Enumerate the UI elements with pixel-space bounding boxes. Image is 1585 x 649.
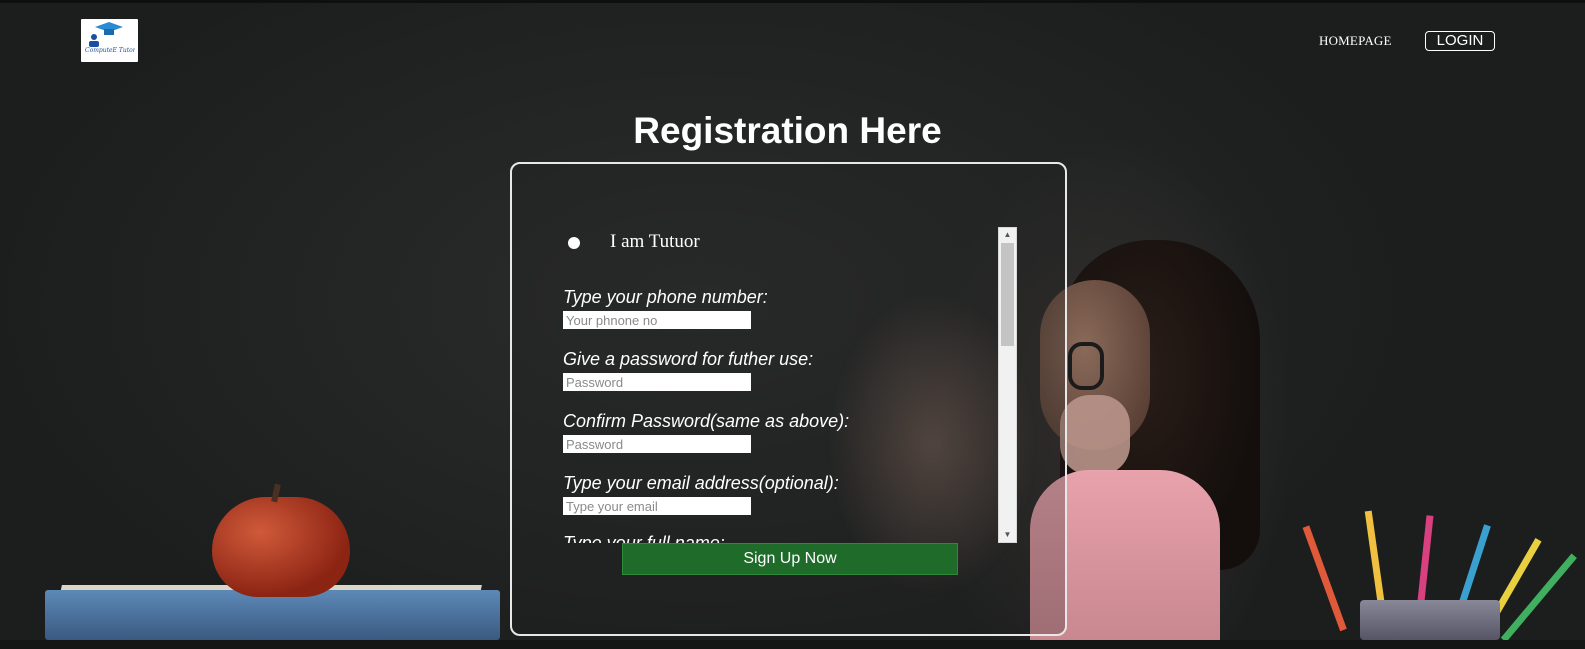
nav-homepage-link[interactable]: HOMEPAGE [1319,33,1392,49]
registration-panel: I am Tutuor Type your phone number: Give… [510,162,1067,636]
form-scrollbar[interactable]: ▲ ▼ [998,227,1017,543]
scroll-up-icon[interactable]: ▲ [999,228,1016,242]
page-title: Registration Here [633,110,942,151]
nav-login-button[interactable]: LOGIN [1425,31,1495,51]
sign-up-button[interactable]: Sign Up Now [622,543,958,575]
phone-label: Type your phone number: [563,287,768,307]
email-input[interactable] [563,497,751,515]
student-icon [89,34,99,47]
scrollbar-thumb[interactable] [1001,243,1014,346]
password-label: Give a password for futher use: [563,349,814,369]
email-label: Type your email address(optional): [563,473,839,493]
full-name-label: Type your full name: [563,533,725,543]
confirm-password-input[interactable] [563,435,751,453]
scroll-down-icon[interactable]: ▼ [999,528,1016,542]
site-logo[interactable]: ComputeE Tutor [81,19,138,62]
radio-label: I am Tutuor [610,231,700,252]
logo-text: ComputeE Tutor [85,47,135,54]
password-input[interactable] [563,373,751,391]
phone-input[interactable] [563,311,751,329]
confirm-password-label: Confirm Password(same as above): [563,411,850,431]
radio-button[interactable] [568,237,580,249]
top-header: ComputeE Tutor HOMEPAGE LOGIN [0,0,1585,80]
form-scroll-area[interactable]: I am Tutuor Type your phone number: Give… [560,227,1015,543]
